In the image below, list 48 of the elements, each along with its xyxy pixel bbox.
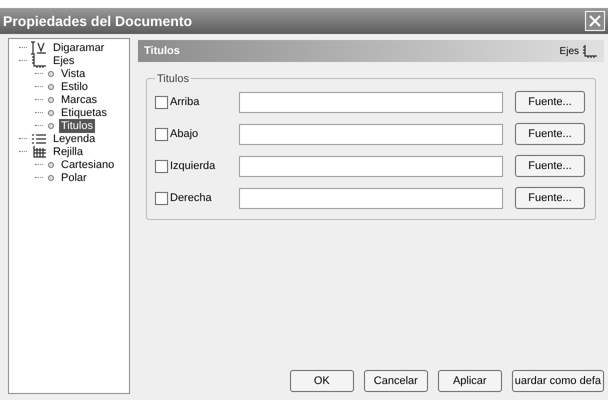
checkbox[interactable] xyxy=(155,128,168,140)
tree-item[interactable]: Etiquetas xyxy=(59,106,109,120)
bullet-icon xyxy=(48,70,54,76)
dialog-button[interactable]: Aplicar xyxy=(438,370,502,392)
window-title: Propiedades del Documento xyxy=(3,12,192,31)
checkbox-label: Derecha xyxy=(170,190,212,206)
tree-item[interactable]: Titulos xyxy=(59,118,95,132)
bullet-icon xyxy=(48,162,54,168)
title-field[interactable] xyxy=(239,124,503,144)
font-button[interactable]: Fuente... xyxy=(515,155,585,177)
tree-item[interactable]: Rejilla xyxy=(51,144,85,158)
title-field[interactable] xyxy=(239,156,503,176)
tree-item[interactable]: Leyenda xyxy=(51,132,98,146)
checkbox[interactable] xyxy=(155,96,168,108)
axes-icon xyxy=(582,44,598,58)
checkbox[interactable] xyxy=(155,160,168,172)
legend-icon xyxy=(31,132,47,146)
font-button[interactable]: Fuente... xyxy=(515,187,585,209)
bullet-icon xyxy=(48,96,54,102)
font-button[interactable]: Fuente... xyxy=(515,123,585,145)
bullet-icon xyxy=(48,174,54,180)
panel-title: Titulos xyxy=(144,44,180,59)
tree-item[interactable]: Polar xyxy=(59,170,89,184)
tree-item[interactable]: Ejes xyxy=(51,54,76,68)
close-button[interactable] xyxy=(585,11,605,31)
dialog-button[interactable]: OK xyxy=(290,370,354,392)
axes-icon xyxy=(31,54,47,68)
title-field[interactable] xyxy=(239,92,503,112)
title-field[interactable] xyxy=(239,188,503,208)
dialog-button[interactable]: uardar como defa xyxy=(512,370,604,392)
section-label: Ejes xyxy=(560,44,579,58)
grid-icon xyxy=(31,144,47,158)
checkbox-label: Abajo xyxy=(170,126,198,142)
dialog-button[interactable]: Cancelar xyxy=(364,370,428,392)
checkbox[interactable] xyxy=(155,192,168,204)
diagram-icon xyxy=(31,40,47,54)
close-icon xyxy=(589,15,601,27)
tree-item[interactable]: Cartesiano xyxy=(59,158,116,172)
tree-item[interactable]: Marcas xyxy=(59,92,100,106)
tree-item[interactable]: Digaramar xyxy=(51,40,106,54)
checkbox-label: Izquierda xyxy=(170,158,216,174)
bullet-icon xyxy=(48,84,54,90)
bullet-icon xyxy=(48,110,54,116)
bullet-icon xyxy=(48,122,54,128)
font-button[interactable]: Fuente... xyxy=(515,91,585,113)
tree-item[interactable]: Vista xyxy=(59,66,88,80)
checkbox-label: Arriba xyxy=(170,94,200,110)
tree-item[interactable]: Estilo xyxy=(59,80,90,94)
